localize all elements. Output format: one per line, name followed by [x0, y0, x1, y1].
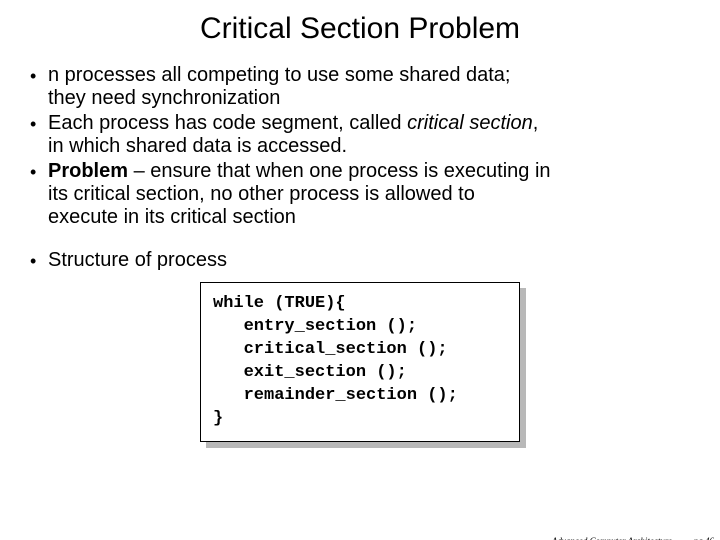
code-line-6: }: [213, 409, 223, 428]
bullet-2-italic: critical section: [407, 112, 533, 134]
bullet-2-line-1-post: ,: [533, 112, 539, 134]
bullet-4-text: Structure of process: [48, 249, 690, 272]
bullet-4: • Structure of process: [30, 249, 690, 272]
code-line-4: exit_section ();: [213, 363, 407, 382]
bullet-1-line-1: n processes all competing to use some sh…: [48, 64, 510, 86]
bullet-list: • n processes all competing to use some …: [30, 64, 690, 272]
code-line-3: critical_section ();: [213, 340, 448, 359]
bullet-dot-icon: •: [30, 64, 48, 110]
slide-title: Critical Section Problem: [0, 12, 720, 46]
bullet-3-text: Problem – ensure that when one process i…: [48, 160, 690, 229]
code-line-5: remainder_section ();: [213, 386, 458, 405]
code-block: while (TRUE){ entry_section (); critical…: [200, 282, 520, 442]
slide: Critical Section Problem • n processes a…: [0, 12, 720, 540]
bullet-1: • n processes all competing to use some …: [30, 64, 690, 110]
bullet-2-line-1-pre: Each process has code segment, called: [48, 112, 407, 134]
bullet-2-line-2: in which shared data is accessed.: [48, 135, 347, 157]
bullet-3: • Problem – ensure that when one process…: [30, 160, 690, 229]
bullet-2-text: Each process has code segment, called cr…: [48, 112, 690, 158]
bullet-3-bold: Problem: [48, 160, 128, 182]
bullet-1-line-2: they need synchronization: [48, 87, 280, 109]
bullet-3-line-1-post: – ensure that when one process is execut…: [128, 160, 550, 182]
bullet-dot-icon: •: [30, 160, 48, 229]
footer-course: Advanced Computer Architecture: [552, 536, 672, 540]
bullet-2: • Each process has code segment, called …: [30, 112, 690, 158]
bullet-dot-icon: •: [30, 112, 48, 158]
code-line-2: entry_section ();: [213, 317, 417, 336]
bullet-dot-icon: •: [30, 249, 48, 272]
bullet-3-line-2: its critical section, no other process i…: [48, 183, 475, 205]
code-line-1: while (TRUE){: [213, 294, 346, 313]
footer-page-number: pg 46: [694, 536, 714, 540]
spacer: [30, 231, 690, 249]
code-block-body: while (TRUE){ entry_section (); critical…: [200, 282, 520, 442]
bullet-1-text: n processes all competing to use some sh…: [48, 64, 690, 110]
bullet-3-line-3: execute in its critical section: [48, 206, 296, 228]
